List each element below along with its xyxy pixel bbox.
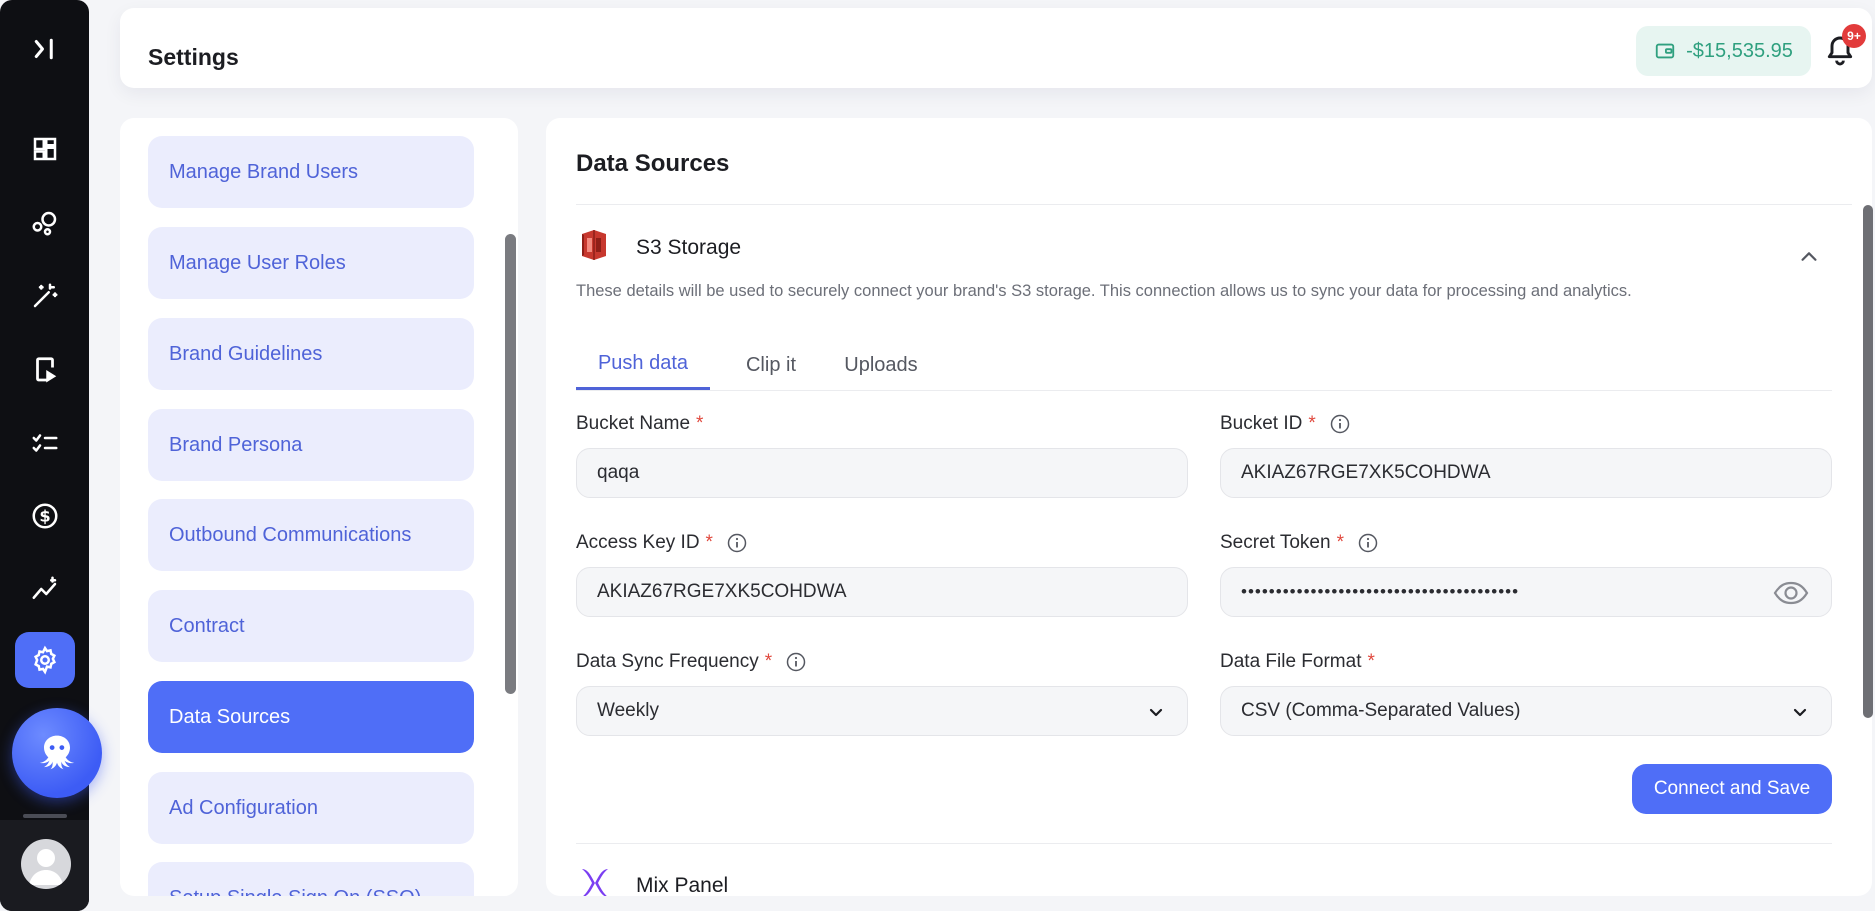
required-asterisk: *	[1367, 651, 1375, 672]
rail-item-video[interactable]	[15, 342, 75, 398]
wallet-balance-badge[interactable]: -$15,535.95	[1636, 26, 1811, 76]
app-rail: $	[0, 0, 102, 911]
menu-item-setup-sso[interactable]: Setup Single Sign On (SSO)	[148, 862, 474, 896]
chevron-down-icon	[1793, 708, 1807, 717]
required-asterisk: *	[696, 413, 704, 434]
tabs-divider	[576, 390, 1832, 391]
content-title: Data Sources	[576, 150, 730, 177]
bucket-name-input[interactable]: qaqa	[576, 448, 1188, 498]
info-icon[interactable]	[1330, 414, 1350, 434]
info-icon[interactable]	[727, 533, 747, 553]
connect-and-save-button[interactable]: Connect and Save	[1632, 764, 1832, 814]
tab-clip-it[interactable]: Clip it	[730, 340, 812, 390]
info-icon[interactable]	[1358, 533, 1378, 553]
required-asterisk: *	[705, 532, 713, 553]
user-avatar-icon	[29, 849, 63, 885]
bucket-id-label: Bucket ID *	[1220, 413, 1350, 435]
file-format-select[interactable]: CSV (Comma-Separated Values)	[1220, 686, 1832, 736]
menu-item-brand-persona[interactable]: Brand Persona	[148, 409, 474, 481]
magic-wand-icon	[33, 283, 58, 308]
rail-item-tasks[interactable]	[15, 415, 75, 471]
sync-frequency-label: Data Sync Frequency *	[576, 651, 806, 673]
wallet-icon	[1655, 43, 1675, 59]
chevron-down-icon	[1149, 708, 1163, 717]
access-key-id-input[interactable]: AKIAZ67RGE7XK5COHDWA	[576, 567, 1188, 617]
collapse-s3-button[interactable]	[1796, 244, 1822, 270]
rail-item-dashboard[interactable]	[15, 121, 75, 177]
menu-scrollbar[interactable]	[505, 234, 516, 694]
rail-divider	[23, 814, 67, 818]
mixpanel-icon	[582, 869, 608, 896]
expand-sidebar-button[interactable]	[15, 21, 75, 77]
rail-item-billing[interactable]: $	[15, 488, 75, 544]
bucket-id-input[interactable]: AKIAZ67RGE7XK5COHDWA	[1220, 448, 1832, 498]
s3-bucket-icon	[582, 230, 606, 260]
checklist-icon	[32, 434, 58, 452]
rail-item-nodes[interactable]	[15, 195, 75, 251]
rail-item-settings[interactable]	[15, 632, 75, 688]
section-divider	[576, 843, 1832, 844]
octopus-icon	[39, 735, 75, 770]
access-key-id-label: Access Key ID *	[576, 532, 747, 554]
gear-icon	[34, 645, 56, 675]
bucket-name-label: Bucket Name *	[576, 413, 704, 434]
rail-item-magic[interactable]	[15, 268, 75, 324]
required-asterisk: *	[1336, 532, 1344, 553]
notifications-button[interactable]: 9+	[1820, 24, 1866, 70]
wallet-balance-value: -$15,535.95	[1686, 39, 1793, 62]
menu-item-outbound-communications[interactable]: Outbound Communications	[148, 499, 474, 571]
page-title: Settings	[148, 44, 239, 70]
menu-item-data-sources[interactable]: Data Sources	[148, 681, 474, 753]
tab-uploads[interactable]: Uploads	[826, 340, 936, 390]
required-asterisk: *	[764, 651, 773, 672]
sync-frequency-select[interactable]: Weekly	[576, 686, 1188, 736]
video-device-icon	[36, 357, 57, 383]
user-avatar[interactable]	[21, 839, 71, 889]
s3-description: These details will be used to securely c…	[576, 282, 1632, 300]
nodes-icon	[32, 211, 57, 236]
tab-push-data[interactable]: Push data	[576, 340, 710, 390]
notification-count-badge: 9+	[1842, 24, 1866, 48]
dashboard-icon	[33, 137, 57, 161]
eye-icon[interactable]	[1773, 580, 1809, 606]
data-sources-panel: Data Sources S3 Storage These details wi…	[546, 118, 1872, 896]
svg-text:$: $	[39, 507, 50, 526]
dollar-icon: $	[32, 503, 58, 529]
menu-item-contract[interactable]: Contract	[148, 590, 474, 662]
settings-menu: Manage Brand Users Manage User Roles Bra…	[120, 118, 518, 896]
top-header: Settings -$15,535.95 9+	[120, 8, 1872, 88]
menu-item-ad-configuration[interactable]: Ad Configuration	[148, 772, 474, 844]
secret-token-input[interactable]: ••••••••••••••••••••••••••••••••••••••••	[1220, 567, 1832, 617]
s3-section-title: S3 Storage	[636, 236, 742, 259]
content-scrollbar[interactable]	[1863, 205, 1873, 718]
divider	[576, 204, 1852, 205]
menu-item-manage-user-roles[interactable]: Manage User Roles	[148, 227, 474, 299]
assistant-octopus-button[interactable]	[12, 708, 102, 798]
required-asterisk: *	[1308, 413, 1316, 434]
analytics-icon	[32, 576, 57, 599]
mixpanel-section-title: Mix Panel	[636, 874, 729, 896]
menu-item-manage-brand-users[interactable]: Manage Brand Users	[148, 136, 474, 208]
menu-item-brand-guidelines[interactable]: Brand Guidelines	[148, 318, 474, 390]
file-format-label: Data File Format *	[1220, 651, 1375, 672]
secret-token-label: Secret Token *	[1220, 532, 1378, 554]
expand-icon	[34, 38, 53, 60]
chevron-up-icon	[1801, 252, 1817, 261]
info-icon[interactable]	[786, 652, 806, 672]
rail-item-analytics[interactable]	[15, 561, 75, 617]
